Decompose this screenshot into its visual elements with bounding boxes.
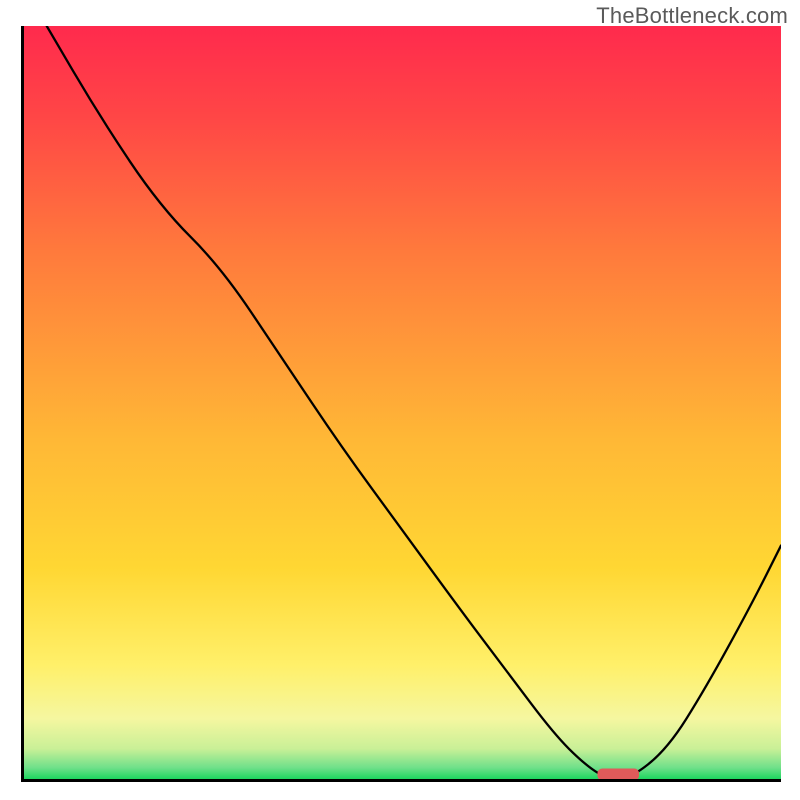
- chart-frame: TheBottleneck.com: [0, 0, 800, 800]
- gradient-background: [24, 26, 781, 779]
- chart-svg: [24, 26, 781, 779]
- optimal-marker: [597, 768, 639, 779]
- plot-area: [21, 26, 781, 782]
